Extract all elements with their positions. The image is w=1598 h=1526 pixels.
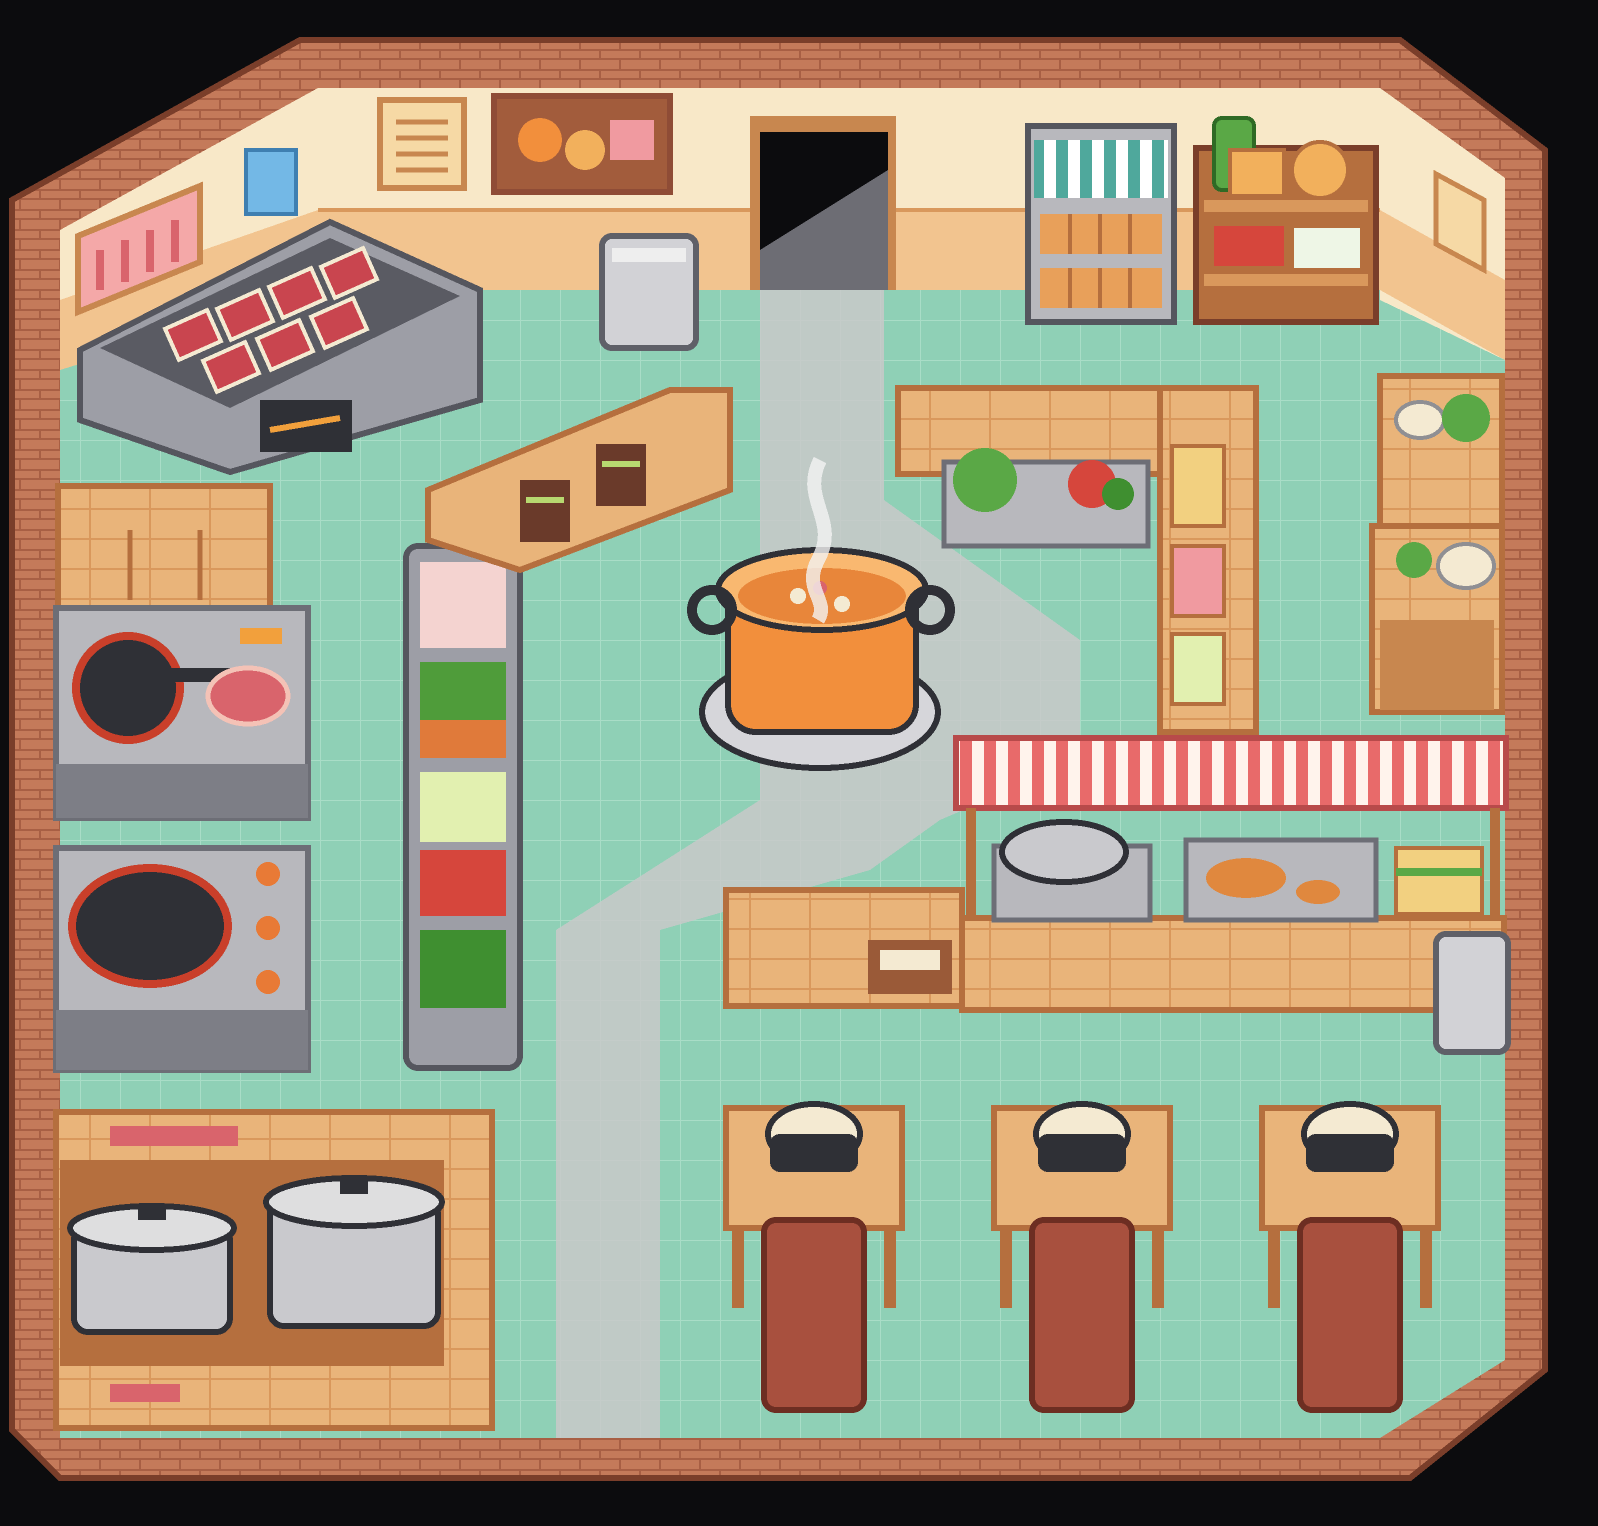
shelf-icon[interactable] — [1193, 116, 1379, 325]
trash-bin-icon[interactable] — [599, 233, 699, 351]
lower-cabinet[interactable] — [723, 887, 965, 1009]
doorway-icon[interactable] — [750, 116, 896, 290]
left-cabinet[interactable] — [55, 483, 273, 615]
stock-pot-icon[interactable] — [263, 1175, 445, 1329]
dining-tables — [723, 1101, 1441, 1413]
trash-bin-icon[interactable] — [1433, 931, 1511, 1055]
right-shelf-lower[interactable] — [1369, 523, 1505, 715]
chair-icon[interactable] — [761, 1217, 867, 1413]
food-poster-icon — [491, 93, 673, 195]
fridge-icon[interactable] — [1025, 123, 1177, 325]
chair-icon[interactable] — [1029, 1217, 1135, 1413]
menu-board-icon — [377, 97, 467, 191]
awning-counter-icon[interactable] — [953, 735, 1509, 1013]
wok-icon[interactable] — [53, 845, 311, 1073]
right-shelf-upper[interactable] — [1377, 373, 1505, 529]
stock-pot-icon[interactable] — [67, 1203, 237, 1335]
ingredient-rack-icon[interactable] — [403, 543, 523, 1071]
frying-pan-icon[interactable] — [53, 605, 311, 821]
kitchen-scene — [9, 37, 1548, 1481]
chair-icon[interactable] — [1297, 1217, 1403, 1413]
blue-sign-icon — [244, 148, 298, 216]
